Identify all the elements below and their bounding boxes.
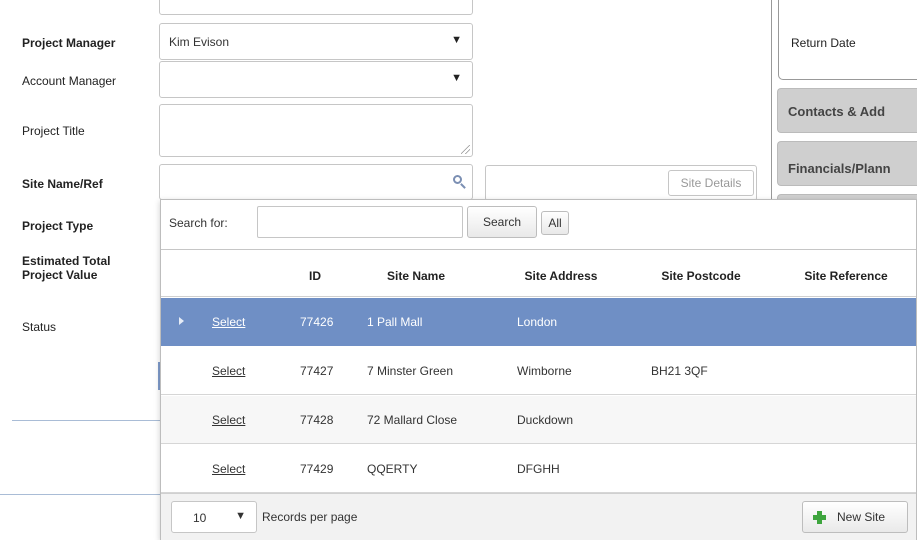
section-divider bbox=[0, 494, 160, 495]
estimated-value-line2: Project Value bbox=[22, 268, 98, 282]
site-name-label: Site Name/Ref bbox=[22, 177, 103, 191]
search-for-label: Search for: bbox=[169, 216, 228, 230]
estimated-value-label: Estimated Total Project Value bbox=[22, 254, 110, 282]
cell-site-name: 7 Minster Green bbox=[367, 364, 454, 378]
site-search-popup: Search for: Search All ID Site Name Site… bbox=[160, 199, 917, 540]
project-manager-select[interactable]: Kim Evison ▼ bbox=[159, 23, 473, 60]
records-per-page-label: Records per page bbox=[262, 510, 358, 524]
cell-site-address: Wimborne bbox=[517, 364, 572, 378]
project-manager-value: Kim Evison bbox=[169, 35, 230, 49]
column-header-site-name[interactable]: Site Name bbox=[361, 269, 471, 283]
select-link[interactable]: Select bbox=[212, 413, 245, 427]
cell-id: 77427 bbox=[300, 364, 334, 378]
estimated-value-line1: Estimated Total bbox=[22, 254, 111, 268]
right-panel-border bbox=[771, 0, 772, 205]
grid-header: ID Site Name Site Address Site Postcode … bbox=[161, 251, 916, 297]
column-header-site-address[interactable]: Site Address bbox=[511, 269, 611, 283]
cell-site-name: 1 Pall Mall bbox=[367, 315, 423, 329]
accordion-contacts[interactable]: Contacts & Add bbox=[777, 88, 917, 133]
cell-site-name: QQERTY bbox=[367, 462, 418, 476]
plus-icon bbox=[813, 511, 826, 524]
cell-id: 77429 bbox=[300, 462, 334, 476]
all-button[interactable]: All bbox=[541, 211, 569, 235]
site-name-input[interactable] bbox=[159, 164, 473, 200]
table-row[interactable]: Select 77427 7 Minster Green Wimborne BH… bbox=[161, 347, 916, 395]
search-button[interactable]: Search bbox=[467, 206, 537, 238]
new-site-label: New Site bbox=[836, 510, 886, 524]
cell-site-address: London bbox=[517, 315, 558, 329]
select-link[interactable]: Select bbox=[212, 364, 245, 378]
magnifier-icon[interactable] bbox=[453, 175, 462, 184]
project-type-label: Project Type bbox=[22, 219, 94, 233]
page-size-value: 10 bbox=[193, 511, 207, 525]
return-date-box: Return Date bbox=[778, 0, 917, 80]
cell-site-address: DFGHH bbox=[517, 462, 560, 476]
resize-grip-icon[interactable] bbox=[461, 145, 470, 154]
account-manager-select[interactable]: ▼ bbox=[159, 61, 473, 98]
grid-footer: 10 ▼ Records per page New Site bbox=[161, 493, 916, 540]
cell-site-postcode: BH21 3QF bbox=[651, 364, 708, 378]
project-title-label: Project Title bbox=[22, 124, 85, 138]
return-date-label: Return Date bbox=[791, 36, 856, 50]
search-bar: Search for: Search All bbox=[161, 200, 916, 250]
top-cutoff-field[interactable] bbox=[159, 0, 473, 15]
new-site-button[interactable]: New Site bbox=[802, 501, 908, 533]
project-title-textarea[interactable] bbox=[159, 104, 473, 157]
column-header-id[interactable]: ID bbox=[295, 269, 335, 283]
cell-site-address: Duckdown bbox=[517, 413, 574, 427]
site-ref-input[interactable]: Site Details bbox=[485, 165, 757, 201]
table-row[interactable]: Select 77428 72 Mallard Close Duckdown bbox=[161, 396, 916, 444]
table-row[interactable]: Select 77426 1 Pall Mall London bbox=[161, 298, 916, 346]
column-header-site-postcode[interactable]: Site Postcode bbox=[646, 269, 756, 283]
account-manager-label: Account Manager bbox=[22, 74, 117, 88]
status-label: Status bbox=[22, 320, 57, 334]
project-form-page: Project Manager Kim Evison ▼ Account Man… bbox=[0, 0, 917, 540]
triangle-right-icon bbox=[179, 317, 184, 325]
column-header-site-reference[interactable]: Site Reference bbox=[786, 269, 906, 283]
table-row[interactable]: Select 77429 QQERTY DFGHH bbox=[161, 445, 916, 493]
project-manager-label: Project Manager bbox=[22, 36, 116, 50]
cell-id: 77426 bbox=[300, 315, 334, 329]
select-link[interactable]: Select bbox=[212, 315, 245, 329]
cell-site-name: 72 Mallard Close bbox=[367, 413, 458, 427]
caret-down-icon: ▼ bbox=[451, 34, 462, 46]
cell-id: 77428 bbox=[300, 413, 334, 427]
section-divider bbox=[12, 420, 160, 421]
caret-down-icon: ▼ bbox=[235, 510, 246, 522]
caret-down-icon: ▼ bbox=[451, 72, 462, 84]
page-size-select[interactable]: 10 ▼ bbox=[171, 501, 257, 533]
select-link[interactable]: Select bbox=[212, 462, 245, 476]
accordion-financials[interactable]: Financials/Plann bbox=[777, 141, 917, 186]
site-details-button[interactable]: Site Details bbox=[668, 170, 754, 196]
search-input[interactable] bbox=[257, 206, 463, 238]
